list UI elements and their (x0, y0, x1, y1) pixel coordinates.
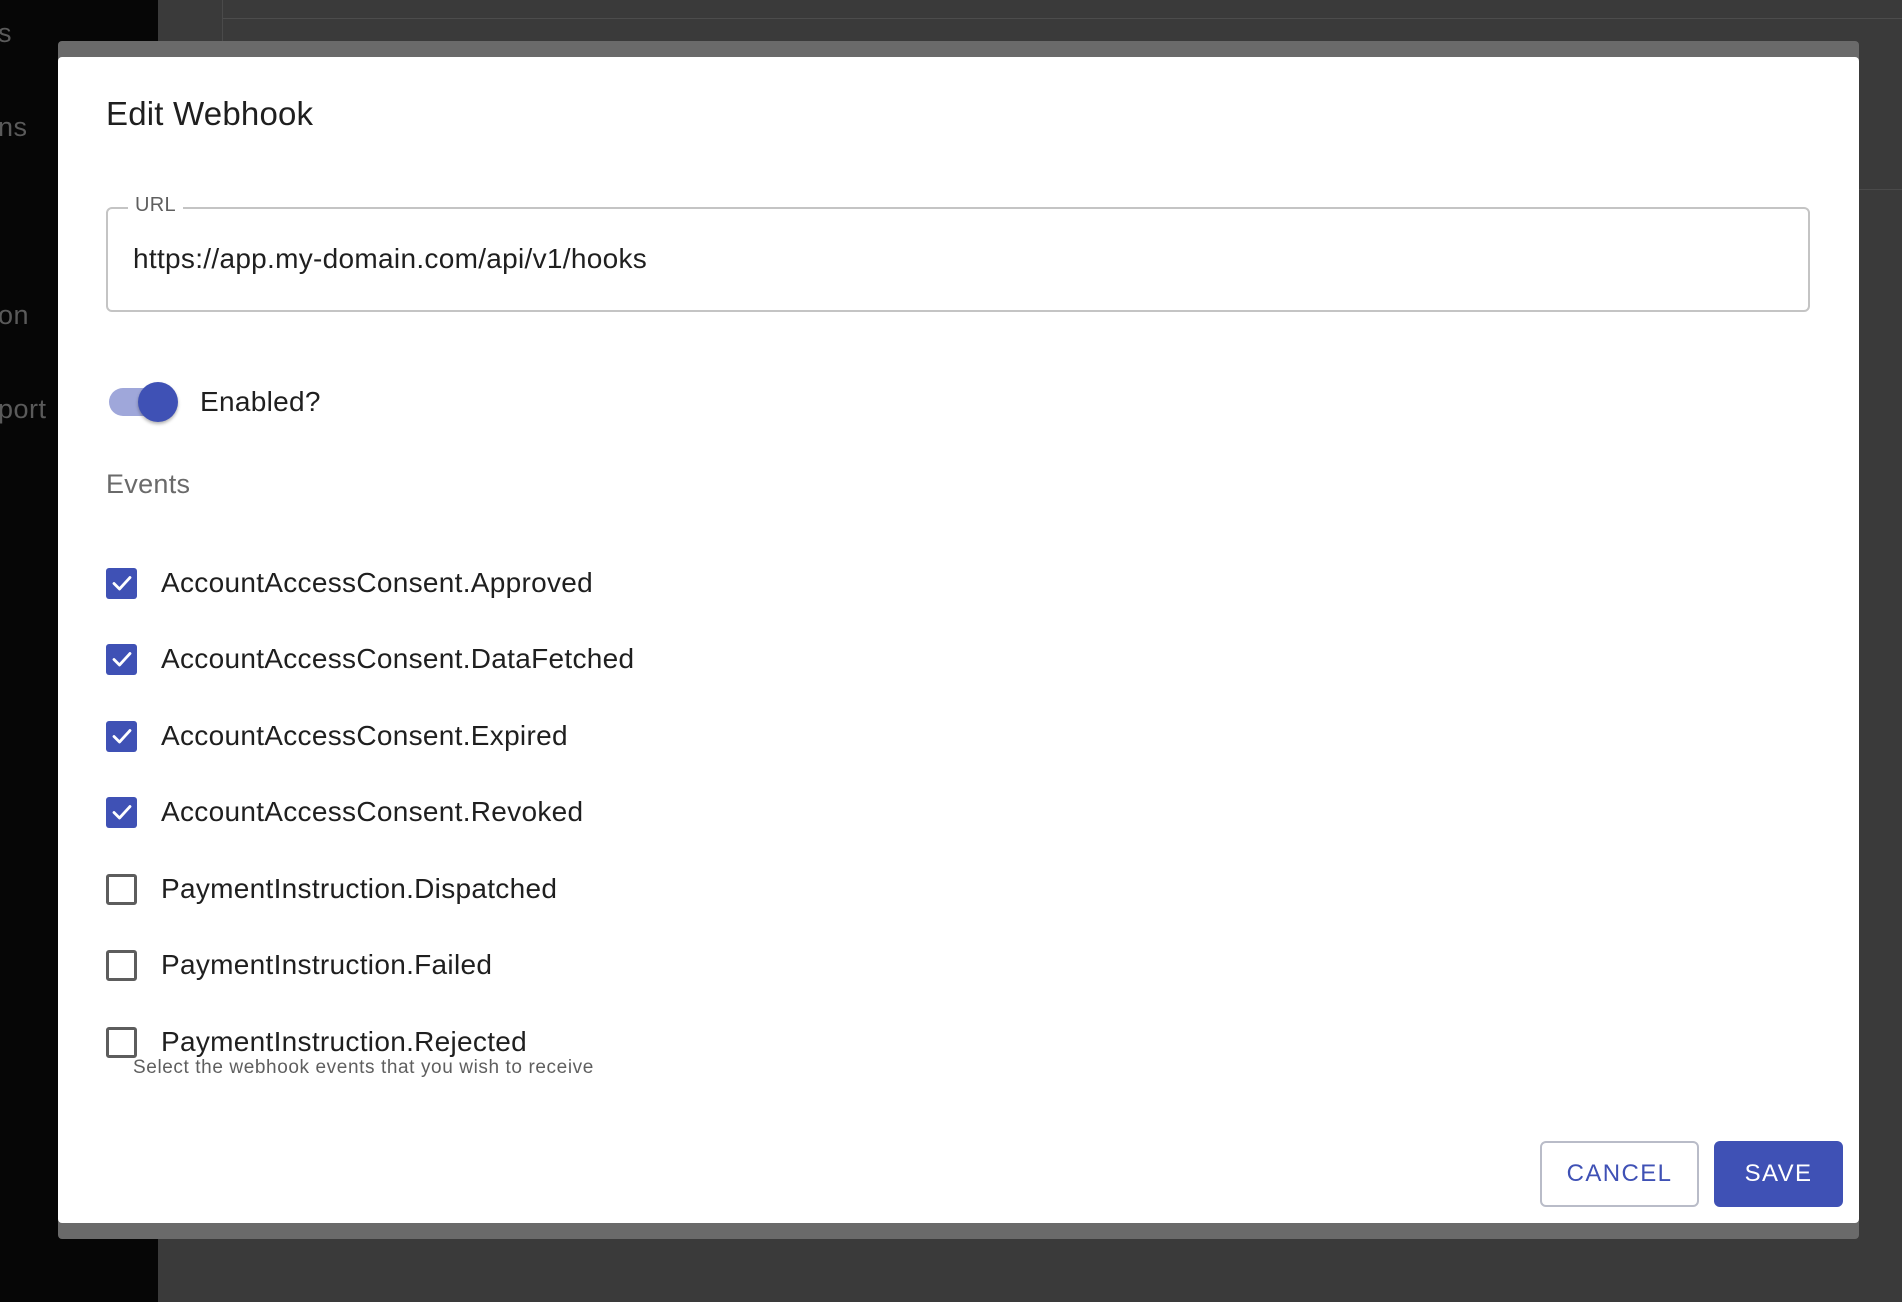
event-label: AccountAccessConsent.DataFetched (161, 643, 635, 674)
events-heading: Events (106, 469, 191, 499)
event-item-approved[interactable]: AccountAccessConsent.Approved (106, 563, 593, 603)
event-label: PaymentInstruction.Failed (161, 949, 493, 980)
save-button[interactable]: SAVE (1714, 1141, 1843, 1207)
cancel-button[interactable]: CANCEL (1540, 1141, 1699, 1207)
url-input[interactable] (133, 235, 1773, 283)
checkmark-icon (112, 576, 131, 591)
event-label: AccountAccessConsent.Expired (161, 720, 568, 751)
dialog-title: Edit Webhook (106, 95, 314, 132)
event-item-dispatched[interactable]: PaymentInstruction.Dispatched (106, 869, 557, 909)
event-checkbox[interactable] (106, 1026, 137, 1058)
event-item-datafetched[interactable]: AccountAccessConsent.DataFetched (106, 639, 634, 679)
sidebar-nav-item: port (0, 394, 47, 424)
event-label: AccountAccessConsent.Approved (161, 567, 594, 598)
event-checkbox[interactable] (106, 643, 137, 675)
event-item-failed[interactable]: PaymentInstruction.Failed (106, 945, 492, 985)
sidebar-nav-item: ns (0, 112, 28, 142)
checkmark-icon (112, 805, 131, 820)
events-helper-text: Select the webhook events that you wish … (133, 1057, 594, 1078)
enabled-toggle-row[interactable]: Enabled? (106, 377, 321, 427)
toggle-thumb[interactable] (138, 382, 178, 422)
event-item-revoked[interactable]: AccountAccessConsent.Revoked (106, 792, 583, 832)
enabled-toggle-label: Enabled? (200, 386, 321, 417)
event-checkbox[interactable] (106, 873, 137, 905)
event-checkbox[interactable] (106, 949, 137, 981)
event-label: AccountAccessConsent.Revoked (161, 796, 584, 827)
event-label: PaymentInstruction.Dispatched (161, 873, 558, 904)
enabled-toggle[interactable] (106, 377, 182, 427)
checkmark-icon (112, 729, 131, 744)
url-field[interactable]: URL (106, 194, 1810, 312)
event-item-rejected[interactable]: PaymentInstruction.Rejected (106, 1022, 527, 1062)
checkmark-icon (112, 652, 131, 667)
event-checkbox[interactable] (106, 796, 137, 828)
event-checkbox[interactable] (106, 720, 137, 752)
event-item-expired[interactable]: AccountAccessConsent.Expired (106, 716, 568, 756)
url-field-label: URL (128, 194, 183, 217)
event-checkbox[interactable] (106, 567, 137, 599)
sidebar-nav-item: on (0, 300, 30, 330)
sidebar-nav-item: s (0, 18, 12, 48)
edit-webhook-dialog: Edit Webhook URL Enabled? Events Account… (58, 57, 1859, 1223)
event-label: PaymentInstruction.Rejected (161, 1026, 528, 1057)
